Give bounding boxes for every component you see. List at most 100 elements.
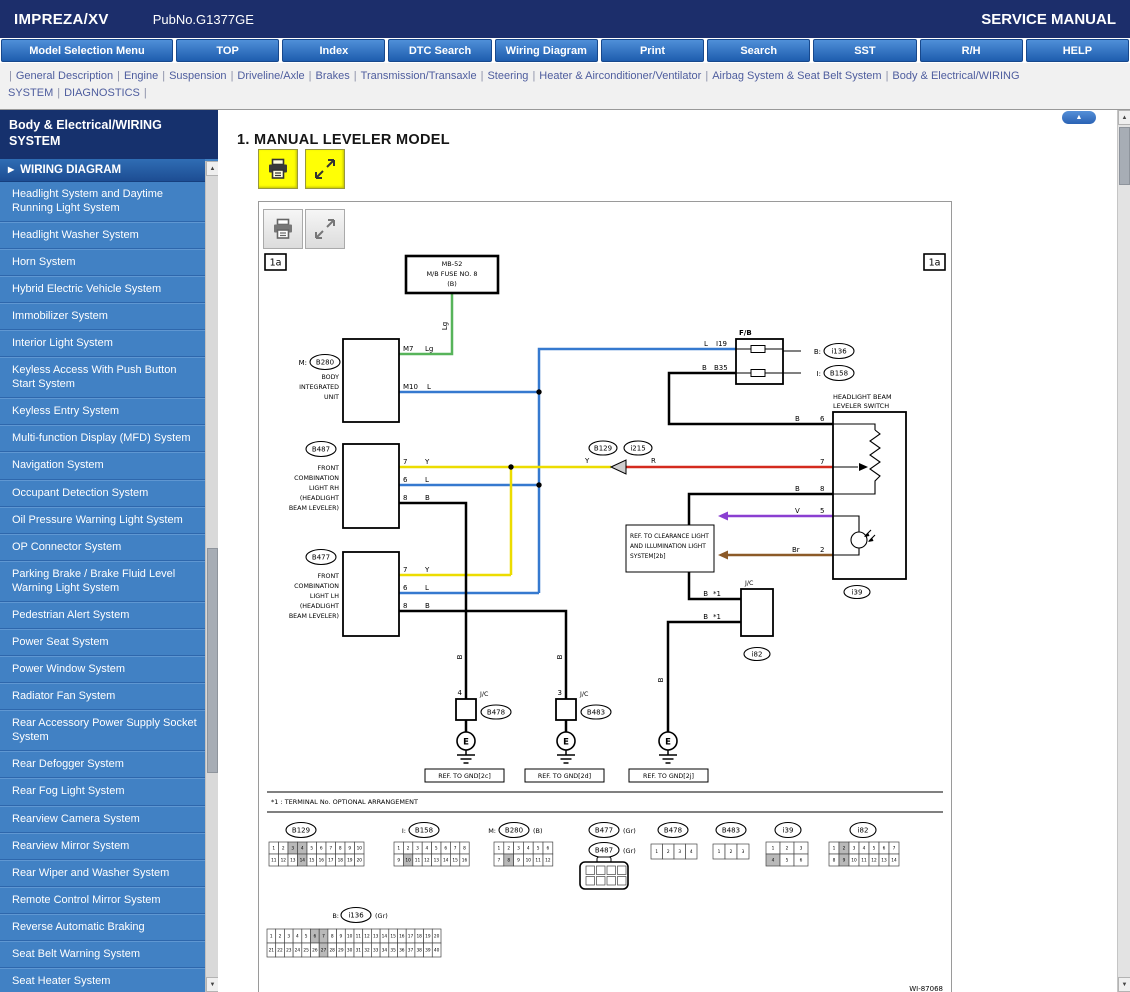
- sidebar-item-keyless-access-with-push-button-start-syst[interactable]: Keyless Access With Push Button Start Sy…: [0, 357, 205, 399]
- pin-number: 14: [382, 934, 388, 940]
- sidebar-item-remote-control-mirror-system[interactable]: Remote Control Mirror System: [0, 886, 205, 914]
- sidebar-item-power-window-system[interactable]: Power Window System: [0, 656, 205, 684]
- sidebar-item-radiator-fan-system[interactable]: Radiator Fan System: [0, 683, 205, 711]
- sidebar-item-occupant-detection-system[interactable]: Occupant Detection System: [0, 479, 205, 507]
- nav-button-print[interactable]: Print: [600, 39, 705, 62]
- scroll-down-button[interactable]: ▼: [206, 977, 218, 992]
- sidebar-section-wiring-diagram[interactable]: ▶ WIRING DIAGRAM: [0, 158, 205, 182]
- svg-text:B129: B129: [594, 445, 612, 453]
- svg-text:B477: B477: [312, 554, 330, 562]
- scrollbar-thumb[interactable]: [1119, 127, 1130, 186]
- sidebar-item-seat-belt-warning-system[interactable]: Seat Belt Warning System: [0, 940, 205, 969]
- svg-text:i39: i39: [852, 589, 863, 597]
- sidebar-item-multi-function-display-mfd-system[interactable]: Multi-function Display (MFD) System: [0, 425, 205, 453]
- nav-button-model-selection-menu[interactable]: Model Selection Menu: [1, 39, 173, 62]
- breadcrumb-link-airbag-system-seat-belt-system[interactable]: Airbag System & Seat Belt System: [712, 70, 881, 82]
- pin-number: 21: [269, 948, 275, 954]
- scroll-up-button[interactable]: ▲: [206, 161, 218, 177]
- diagram-print-button[interactable]: [263, 209, 303, 250]
- junction-connector-i82-group: J/C B *1 B *1 B i82: [657, 580, 774, 683]
- sidebar-item-oil-pressure-warning-light-system[interactable]: Oil Pressure Warning Light System: [0, 506, 205, 534]
- svg-text:8: 8: [403, 602, 407, 610]
- pinout-grid-b280: 1 2 3 4 5 67 8 9 10 11 12: [493, 841, 554, 867]
- svg-text:R: R: [651, 457, 656, 465]
- breadcrumb-link-steering[interactable]: Steering: [487, 70, 528, 82]
- nav-button-dtc-search[interactable]: DTC Search: [388, 39, 492, 62]
- expand-button[interactable]: [305, 149, 345, 190]
- sidebar-item-rearview-camera-system[interactable]: Rearview Camera System: [0, 805, 205, 833]
- nav-button-r-h[interactable]: R/H: [919, 39, 1023, 62]
- junction-dot: [536, 482, 542, 488]
- pin-number: 16: [319, 858, 325, 864]
- svg-text:8: 8: [403, 494, 407, 502]
- sidebar-item-rear-wiper-and-washer-system[interactable]: Rear Wiper and Washer System: [0, 859, 205, 887]
- sidebar-item-rear-fog-light-system[interactable]: Rear Fog Light System: [0, 778, 205, 806]
- nav-button-top[interactable]: TOP: [176, 39, 280, 62]
- breadcrumb-separator: |: [885, 70, 889, 82]
- svg-text:B: B: [456, 655, 464, 660]
- sidebar-item-pedestrian-alert-system[interactable]: Pedestrian Alert System: [0, 601, 205, 629]
- sidebar-item-keyless-entry-system[interactable]: Keyless Entry System: [0, 398, 205, 426]
- scrollbar-thumb[interactable]: [207, 548, 218, 774]
- breadcrumb-link-diagnostics[interactable]: DIAGNOSTICS: [64, 87, 140, 99]
- nav-button-help[interactable]: HELP: [1025, 39, 1129, 62]
- svg-text:LIGHT LH: LIGHT LH: [310, 593, 339, 600]
- sidebar-item-immobilizer-system[interactable]: Immobilizer System: [0, 302, 205, 331]
- sidebar-item-rear-defogger-system[interactable]: Rear Defogger System: [0, 751, 205, 779]
- sidebar-item-headlight-system-and-daytime-running-light[interactable]: Headlight System and Daytime Running Lig…: [0, 182, 205, 222]
- sidebar-item-rearview-mirror-system[interactable]: Rearview Mirror System: [0, 832, 205, 860]
- pin-number: 22: [277, 948, 283, 954]
- breadcrumb-link-suspension[interactable]: Suspension: [169, 70, 227, 82]
- scroll-to-top-button[interactable]: ▲: [1062, 111, 1096, 125]
- pin-number: 2: [282, 846, 285, 852]
- junction-connector-b478-group: B 4 J/C B478: [455, 655, 512, 721]
- sidebar-item-parking-brake-brake-fluid-level-warning-li[interactable]: Parking Brake / Brake Fluid Level Warnin…: [0, 560, 205, 602]
- svg-text:6: 6: [403, 584, 408, 592]
- main-scrollbar[interactable]: ▲ ▼: [1117, 110, 1130, 992]
- svg-text:BODY: BODY: [321, 374, 339, 381]
- svg-text:(HEADLIGHT: (HEADLIGHT: [300, 603, 339, 610]
- service-manual-window: IMPREZA/XV PubNo.G1377GE SERVICE MANUAL …: [0, 0, 1130, 992]
- wire-b-jc-ground: [666, 620, 741, 733]
- diagram-expand-button[interactable]: [305, 209, 345, 250]
- breadcrumb-link-general-description[interactable]: General Description: [16, 70, 113, 82]
- scroll-up-button[interactable]: ▲: [1118, 110, 1130, 126]
- nav-button-sst[interactable]: SST: [813, 39, 917, 62]
- svg-text:J/C: J/C: [479, 691, 489, 698]
- sidebar-item-power-seat-system[interactable]: Power Seat System: [0, 629, 205, 657]
- sidebar-item-hybrid-electric-vehicle-system[interactable]: Hybrid Electric Vehicle System: [0, 275, 205, 303]
- pin-number: 10: [347, 934, 353, 940]
- nav-button-wiring-diagram[interactable]: Wiring Diagram: [494, 39, 598, 62]
- pin-number: 11: [271, 858, 277, 864]
- breadcrumb-link-brakes[interactable]: Brakes: [316, 70, 350, 82]
- nav-button-index[interactable]: Index: [282, 39, 386, 62]
- sidebar-item-reverse-automatic-braking[interactable]: Reverse Automatic Braking: [0, 913, 205, 941]
- nav-button-search[interactable]: Search: [707, 39, 811, 62]
- pin-number: 7: [498, 858, 501, 864]
- pin-number: 36: [399, 948, 405, 954]
- breadcrumb-link-engine[interactable]: Engine: [124, 70, 158, 82]
- pin-number: 37: [408, 948, 414, 954]
- sidebar-item-op-connector-system[interactable]: OP Connector System: [0, 533, 205, 561]
- sidebar-item-interior-light-system[interactable]: Interior Light System: [0, 330, 205, 358]
- print-button[interactable]: [258, 149, 298, 190]
- svg-text:FRONT: FRONT: [317, 573, 339, 580]
- arrowhead-v: [718, 511, 728, 521]
- pin-number: 9: [348, 846, 351, 852]
- pin-number: 15: [309, 858, 315, 864]
- sidebar-item-navigation-system[interactable]: Navigation System: [0, 452, 205, 480]
- scroll-down-button[interactable]: ▼: [1118, 977, 1130, 992]
- svg-text:E: E: [463, 738, 469, 748]
- pin-number: 33: [373, 948, 379, 954]
- svg-text:B:: B:: [814, 348, 821, 356]
- svg-text:3: 3: [558, 689, 562, 697]
- pin-number: 10: [405, 858, 411, 864]
- sidebar-item-seat-heater-system[interactable]: Seat Heater System: [0, 968, 205, 992]
- breadcrumb-link-transmission-transaxle[interactable]: Transmission/Transaxle: [361, 70, 477, 82]
- sidebar-scrollbar[interactable]: ▲ ▼: [205, 161, 218, 992]
- breadcrumb-link-heater-airconditioner-ventilator[interactable]: Heater & Airconditioner/Ventilator: [539, 70, 701, 82]
- sidebar-item-horn-system[interactable]: Horn System: [0, 248, 205, 276]
- sidebar-item-rear-accessory-power-supply-socket-system[interactable]: Rear Accessory Power Supply Socket Syste…: [0, 710, 205, 752]
- breadcrumb-link-driveline-axle[interactable]: Driveline/Axle: [237, 70, 304, 82]
- sidebar-item-headlight-washer-system[interactable]: Headlight Washer System: [0, 221, 205, 249]
